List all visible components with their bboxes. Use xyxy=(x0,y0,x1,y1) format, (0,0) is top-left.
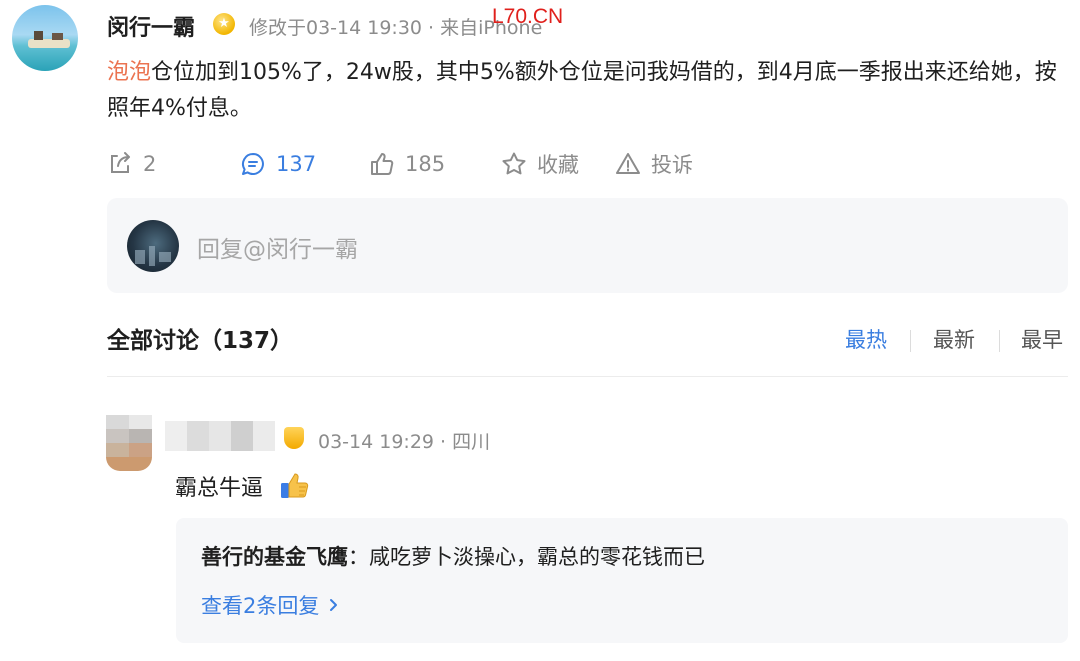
reply-box[interactable]: 回复@闵行一霸 xyxy=(107,198,1068,293)
reply-input[interactable]: 回复@闵行一霸 xyxy=(197,230,358,264)
post-text: 仓位加到105%了，24w股，其中5%额外仓位是问我妈借的，到4月底一季报出来还… xyxy=(107,60,1057,121)
report-label: 投诉 xyxy=(651,153,693,177)
sort-hot-tab[interactable]: 最热 xyxy=(845,324,887,354)
thumbs-up-emoji xyxy=(281,473,309,498)
comment-text: 霸总牛逼 xyxy=(175,476,264,501)
weibo-post-page: 闵行一霸 ★ 修改于03-14 19:30 · 来自iPhone L70.CN … xyxy=(0,0,1080,661)
fan-badge-icon xyxy=(284,427,304,449)
action-bar: 2 137 185 收藏 投诉 xyxy=(107,146,807,182)
warning-icon xyxy=(616,153,640,174)
current-user-avatar xyxy=(127,220,179,272)
commenter-avatar-blurred[interactable] xyxy=(106,415,152,471)
view-replies-label: 查看2条回复 xyxy=(201,594,320,618)
favorite-button[interactable]: 收藏 xyxy=(501,146,579,182)
sub-reply: 善行的基金飞鹰：咸吃萝卜淡操心，霸总的零花钱而已 xyxy=(201,541,705,571)
author-name[interactable]: 闵行一霸 xyxy=(107,10,195,42)
comments-title: 全部讨论（137） xyxy=(107,328,294,354)
repost-icon xyxy=(111,152,130,173)
comment-icon xyxy=(242,153,264,175)
sort-new-tab[interactable]: 最新 xyxy=(933,324,975,354)
sub-reply-text: 咸吃萝卜淡操心，霸总的零花钱而已 xyxy=(369,545,705,569)
divider xyxy=(910,330,911,352)
author-avatar[interactable] xyxy=(12,5,78,71)
star-icon xyxy=(502,152,526,175)
section-divider xyxy=(107,376,1068,377)
post-body: 泡泡仓位加到105%了，24w股，其中5%额外仓位是问我妈借的，到4月底一季报出… xyxy=(107,55,1067,127)
vip-badge-icon: ★ xyxy=(213,13,235,35)
sub-reply-box: 善行的基金飞鹰：咸吃萝卜淡操心，霸总的零花钱而已 查看2条回复 xyxy=(176,518,1068,643)
comment-count: 137 xyxy=(276,152,317,176)
favorite-label: 收藏 xyxy=(537,153,579,177)
commenter-name-blurred[interactable] xyxy=(165,421,275,451)
sub-reply-author[interactable]: 善行的基金飞鹰 xyxy=(201,545,348,569)
like-button[interactable]: 185 xyxy=(369,146,445,182)
sub-reply-separator: ： xyxy=(348,545,369,569)
mention-link[interactable]: 泡泡 xyxy=(107,60,151,85)
like-icon xyxy=(371,153,394,175)
repost-count: 2 xyxy=(143,152,157,176)
chevron-right-icon xyxy=(330,599,338,611)
divider xyxy=(999,330,1000,352)
watermark: L70.CN xyxy=(492,5,564,28)
view-replies-link[interactable]: 查看2条回复 xyxy=(201,590,341,620)
comment-meta: 03-14 19:29 · 四川 xyxy=(318,431,491,453)
repost-button[interactable]: 2 xyxy=(107,146,156,182)
comment-button[interactable]: 137 xyxy=(240,146,316,182)
like-count: 185 xyxy=(405,152,446,176)
sort-early-tab[interactable]: 最早 xyxy=(1021,324,1063,354)
report-button[interactable]: 投诉 xyxy=(615,146,693,182)
